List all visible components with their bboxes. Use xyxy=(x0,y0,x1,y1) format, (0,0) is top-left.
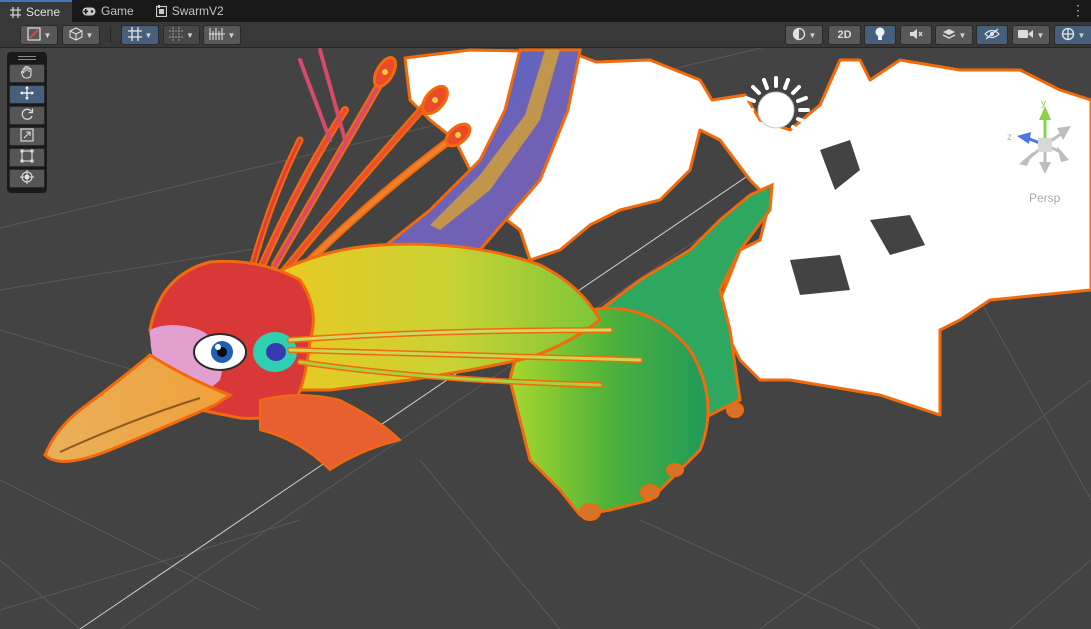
draw-mode-dropdown[interactable]: ▼ xyxy=(20,25,58,45)
z-axis-label: z xyxy=(1007,132,1012,143)
palette-grip[interactable] xyxy=(7,54,47,62)
y-axis-label: y xyxy=(1041,100,1046,109)
tab-scene[interactable]: Scene xyxy=(0,0,73,22)
move-tool[interactable] xyxy=(9,85,45,104)
gizmos-icon xyxy=(1061,27,1075,44)
effects-dropdown[interactable]: ▼ xyxy=(935,25,973,45)
2d-toggle[interactable]: 2D xyxy=(828,25,861,45)
camera-icon xyxy=(1017,29,1034,42)
tab-scene-label: Scene xyxy=(26,5,61,19)
rotate-icon xyxy=(20,107,34,124)
grid-snap-icon xyxy=(127,26,142,44)
increment-snap-icon xyxy=(169,26,184,44)
more-options-icon[interactable]: ⋮ xyxy=(1071,3,1085,17)
scale-icon xyxy=(20,128,34,145)
ruler-icon xyxy=(208,27,225,43)
tool-palette xyxy=(7,52,47,193)
gamepad-icon xyxy=(82,7,96,16)
increment-snap-dropdown[interactable]: ▼ xyxy=(163,25,200,45)
lighting-toggle-icon xyxy=(874,27,886,44)
tab-game[interactable]: Game xyxy=(72,0,146,22)
hand-icon xyxy=(20,65,34,82)
hidden-objects-icon xyxy=(984,28,1000,43)
toolbar-separator xyxy=(110,27,111,43)
projection-label[interactable]: Persp xyxy=(1029,191,1060,205)
grid-snap-dropdown[interactable]: ▼ xyxy=(121,25,159,45)
camera-dropdown[interactable]: ▼ xyxy=(1012,25,1050,45)
render-mode-dropdown[interactable]: ▼ xyxy=(785,25,823,45)
directional-light-icon xyxy=(742,76,810,144)
z-axis-cone xyxy=(1017,132,1031,144)
lighting-toggle[interactable] xyxy=(864,25,896,45)
rect-tool[interactable] xyxy=(9,148,45,167)
scene-toolbar: ▼ ▼ ▼ ▼ ▼ ▼ 2D ▼ ▼ ▼ xyxy=(0,22,1091,48)
audio-mute-icon xyxy=(909,28,923,43)
prefab-scene-icon xyxy=(155,5,167,17)
audio-toggle[interactable] xyxy=(900,25,932,45)
hidden-objects-toggle[interactable] xyxy=(976,25,1008,45)
tab-swarmv2[interactable]: SwarmV2 xyxy=(146,0,236,22)
transform-tool[interactable] xyxy=(9,169,45,188)
ruler-dropdown[interactable]: ▼ xyxy=(203,25,241,45)
move-icon xyxy=(20,86,34,103)
rotate-tool[interactable] xyxy=(9,106,45,125)
scale-tool[interactable] xyxy=(9,127,45,146)
effects-layers-icon xyxy=(942,27,956,44)
tab-swarmv2-label: SwarmV2 xyxy=(171,4,224,18)
scene-viewport[interactable]: y z Persp xyxy=(0,48,1091,629)
tab-bar: Scene Game SwarmV2 ⋮ xyxy=(0,0,1091,22)
draw-mode-icon xyxy=(26,26,41,44)
hand-tool[interactable] xyxy=(9,64,45,83)
scene-render xyxy=(0,48,1091,629)
shading-dropdown[interactable]: ▼ xyxy=(62,25,100,45)
render-mode-icon xyxy=(792,27,806,44)
bird-eye xyxy=(193,333,247,371)
rect-transform-icon xyxy=(20,149,34,166)
grid-icon xyxy=(10,6,21,18)
tab-game-label: Game xyxy=(101,4,134,18)
shaded-cube-icon xyxy=(68,26,83,44)
gizmos-dropdown[interactable]: ▼ xyxy=(1054,25,1091,45)
transform-icon xyxy=(20,170,34,187)
